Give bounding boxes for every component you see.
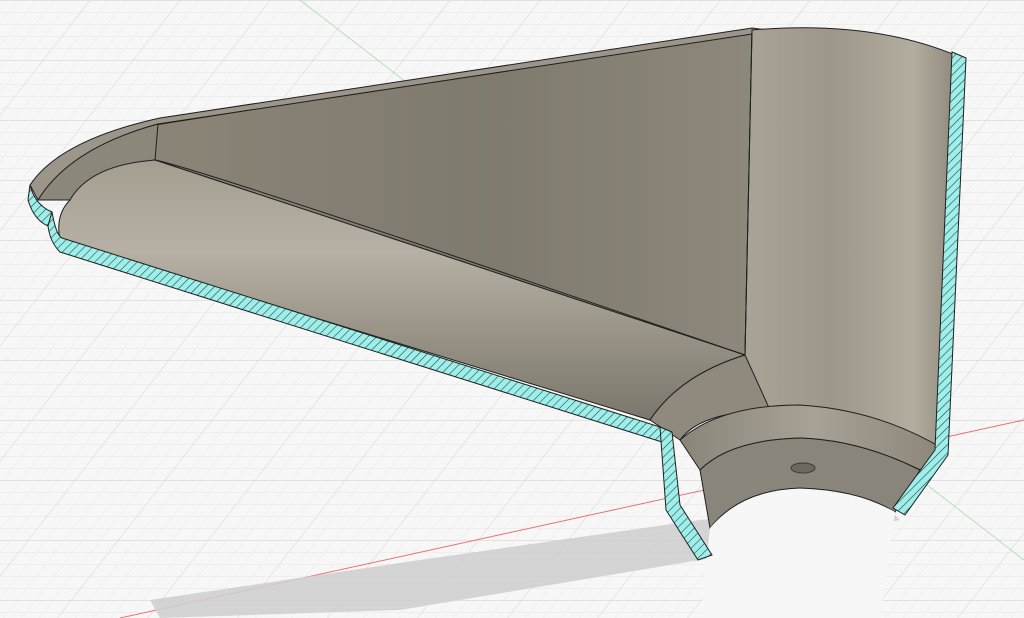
viewport-canvas[interactable] — [0, 0, 1024, 618]
bolt-hole — [790, 462, 816, 474]
3d-viewport[interactable] — [0, 0, 1024, 618]
